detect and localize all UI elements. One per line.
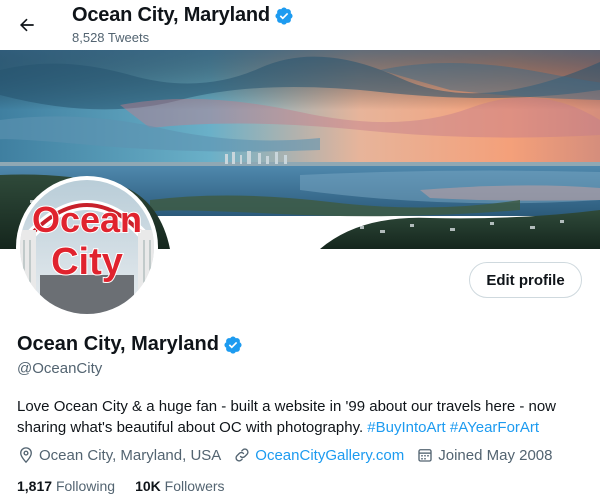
arrow-left-icon <box>20 18 34 32</box>
verified-badge-icon <box>275 6 293 25</box>
followers-link[interactable]: 10K Followers <box>135 478 224 494</box>
profile-meta: Ocean City, Maryland, USA OceanCityGalle… <box>17 446 564 464</box>
tweet-count: 8,528 Tweets <box>72 30 150 45</box>
follow-stats: 1,817 Following 10K Followers <box>17 478 245 494</box>
joined-text: Joined May 2008 <box>438 446 553 464</box>
avatar-text-top: Ocean <box>32 199 142 240</box>
avatar-text-bottom: City <box>51 241 123 283</box>
header-name: Ocean City, Maryland <box>72 4 270 26</box>
avatar[interactable]: Ocean City <box>16 176 158 318</box>
profile-bio: Love Ocean City & a huge fan - built a w… <box>17 396 587 438</box>
profile-name: Ocean City, Maryland <box>17 333 219 355</box>
edit-profile-button[interactable]: Edit profile <box>469 262 582 298</box>
top-bar: Ocean City, Maryland 8,528 Tweets <box>0 0 600 50</box>
hashtag-link[interactable]: #AYearForArt <box>450 419 539 436</box>
profile-name-row: Ocean City, Maryland <box>17 333 243 356</box>
link-icon <box>235 448 249 462</box>
location-pin-icon <box>20 447 32 464</box>
profile-handle: @OceanCity <box>17 360 103 377</box>
website[interactable]: OceanCityGallery.com <box>233 446 404 464</box>
followers-label: Followers <box>164 478 225 494</box>
header-title: Ocean City, Maryland <box>72 4 294 27</box>
location-text: Ocean City, Maryland, USA <box>39 446 222 464</box>
followers-count: 10K <box>135 478 161 494</box>
verified-badge-icon <box>224 335 242 354</box>
back-button[interactable] <box>10 8 44 42</box>
avatar-image: Ocean City <box>20 180 154 314</box>
ocean-city-sign-image: Ocean City <box>20 180 154 314</box>
location: Ocean City, Maryland, USA <box>17 446 221 464</box>
following-count: 1,817 <box>17 478 53 494</box>
website-link[interactable]: OceanCityGallery.com <box>255 447 404 464</box>
following-link[interactable]: 1,817 Following <box>17 478 115 494</box>
hashtag-link[interactable]: #BuyIntoArt <box>367 419 445 436</box>
following-label: Following <box>55 478 116 494</box>
joined-date: Joined May 2008 <box>416 446 552 464</box>
calendar-icon <box>418 449 432 462</box>
